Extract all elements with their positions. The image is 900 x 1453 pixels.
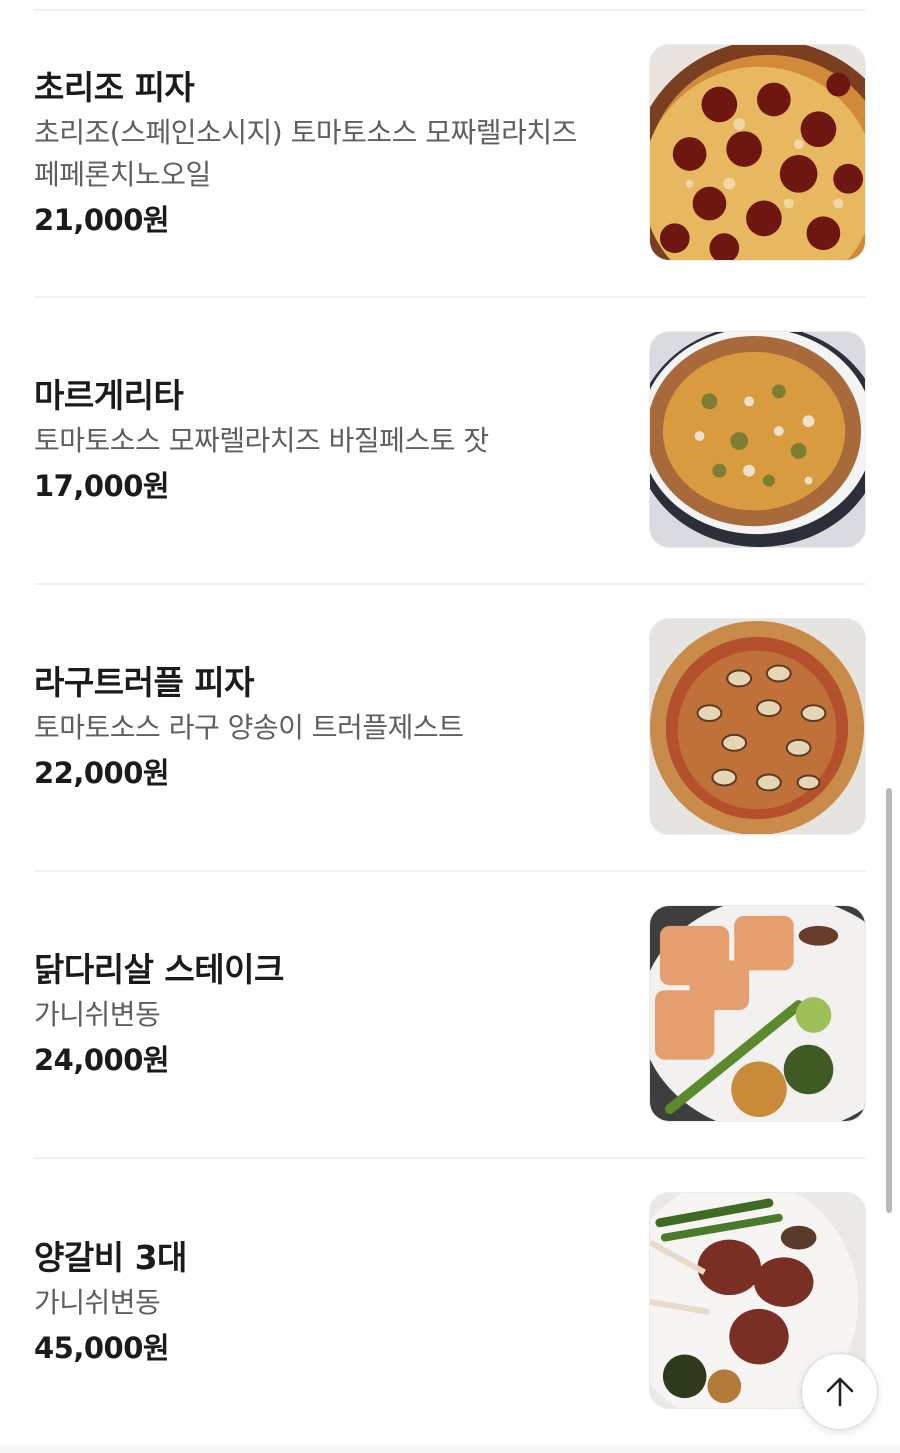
menu-item-margherita[interactable]: 마르게리타 토마토소스 모짜렐라치즈 바질페스토 잣 17,000원 — [34, 298, 866, 585]
menu-list: 초리조 피자 초리조(스페인소시지) 토마토소스 모짜렐라치즈 페페론치노오일 … — [0, 11, 900, 1446]
scrollbar[interactable] — [886, 788, 892, 1213]
menu-item-description: 가니쉬변동 — [34, 997, 161, 1031]
menu-item-text: 마르게리타 토마토소스 모짜렐라치즈 바질페스토 잣 17,000원 — [34, 298, 624, 583]
menu-item-description: 초리조(스페인소시지) 토마토소스 모짜렐라치즈 페페론치노오일 — [34, 115, 577, 191]
menu-item-name: 양갈비 3대 — [34, 1237, 187, 1277]
chorizo-pizza-photo[interactable] — [649, 44, 866, 261]
scroll-to-top-button[interactable] — [801, 1353, 878, 1430]
ragu-truffle-pizza-image — [650, 619, 865, 834]
ragu-truffle-pizza-photo[interactable] — [649, 618, 866, 835]
menu-page: 초리조 피자 초리조(스페인소시지) 토마토소스 모짜렐라치즈 페페론치노오일 … — [0, 0, 900, 1453]
menu-item-text: 라구트러플 피자 토마토소스 라구 양송이 트러플제스트 22,000원 — [34, 585, 624, 870]
menu-item-text: 초리조 피자 초리조(스페인소시지) 토마토소스 모짜렐라치즈 페페론치노오일 … — [34, 11, 624, 296]
menu-item-name: 라구트러플 피자 — [34, 662, 255, 702]
chicken-steak-photo[interactable] — [649, 905, 866, 1122]
menu-item-price: 22,000원 — [34, 755, 170, 790]
arrow-up-icon — [826, 1377, 853, 1406]
menu-item-name: 마르게리타 — [34, 375, 184, 415]
menu-item-price: 45,000원 — [34, 1330, 170, 1365]
menu-item-description: 토마토소스 라구 양송이 트러플제스트 — [34, 710, 464, 744]
chicken-steak-image — [650, 906, 865, 1121]
margherita-pizza-image — [650, 332, 865, 547]
menu-item-price: 24,000원 — [34, 1042, 170, 1077]
menu-item-description: 가니쉬변동 — [34, 1285, 161, 1319]
menu-item-description: 토마토소스 모짜렐라치즈 바질페스토 잣 — [34, 423, 489, 457]
menu-item-name: 닭다리살 스테이크 — [34, 949, 284, 989]
menu-item-chorizo-pizza[interactable]: 초리조 피자 초리조(스페인소시지) 토마토소스 모짜렐라치즈 페페론치노오일 … — [34, 11, 866, 298]
margherita-pizza-photo[interactable] — [649, 331, 866, 548]
menu-item-price: 17,000원 — [34, 468, 170, 503]
menu-item-price: 21,000원 — [34, 202, 170, 237]
chorizo-pizza-image — [650, 45, 865, 260]
menu-item-text: 닭다리살 스테이크 가니쉬변동 24,000원 — [34, 872, 624, 1157]
bottom-edge — [0, 1445, 900, 1453]
menu-item-text: 양갈비 3대 가니쉬변동 45,000원 — [34, 1159, 624, 1446]
menu-item-name: 초리조 피자 — [34, 67, 195, 107]
menu-item-lamb-chops[interactable]: 양갈비 3대 가니쉬변동 45,000원 — [34, 1159, 866, 1446]
menu-item-chicken-steak[interactable]: 닭다리살 스테이크 가니쉬변동 24,000원 — [34, 872, 866, 1159]
menu-item-ragu-truffle-pizza[interactable]: 라구트러플 피자 토마토소스 라구 양송이 트러플제스트 22,000원 — [34, 585, 866, 872]
